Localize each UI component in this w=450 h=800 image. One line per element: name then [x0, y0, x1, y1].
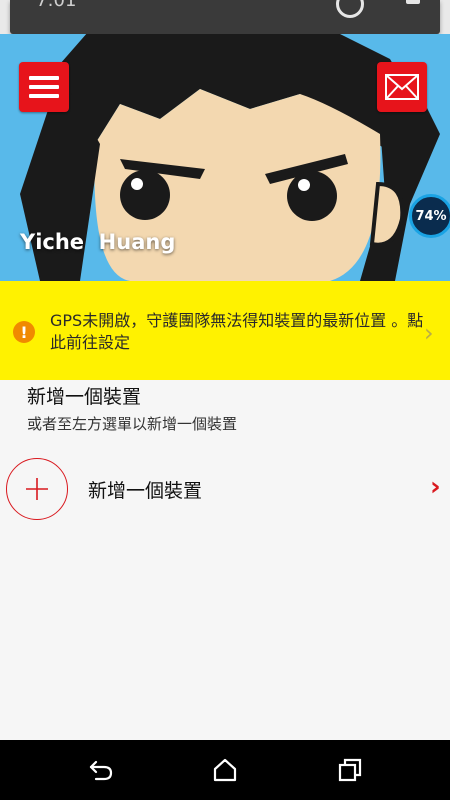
back-icon[interactable]: [88, 758, 114, 782]
chevron-right-icon: ›: [424, 319, 434, 347]
status-circle-icon: [336, 0, 364, 18]
mail-button[interactable]: [377, 62, 427, 112]
hamburger-menu-icon: [29, 76, 59, 98]
status-settings-icon: [406, 0, 420, 4]
battery-level-badge: 74%: [409, 194, 450, 238]
user-name: Yiche Huang: [20, 230, 176, 254]
home-icon[interactable]: [212, 758, 238, 782]
gps-warning-banner[interactable]: ! GPS未開啟，守護團隊無法得知裝置的最新位置 。點此前往設定 ›: [0, 281, 450, 380]
section-subtitle: 或者至左方選單以新增一個裝置: [27, 415, 238, 433]
chevron-right-icon: ›: [430, 472, 441, 502]
recent-apps-icon[interactable]: [337, 758, 363, 782]
section-title: 新增一個裝置: [27, 386, 142, 408]
navigation-bar: [0, 740, 450, 800]
add-device-row[interactable]: 新增一個裝置 ›: [0, 458, 450, 522]
notification-shade[interactable]: 7:01: [10, 0, 440, 34]
envelope-icon: [385, 74, 419, 100]
profile-header: Yiche Huang 74%: [0, 34, 450, 281]
status-bar: 7:01: [0, 0, 450, 34]
gps-warning-message: GPS未開啟，守護團隊無法得知裝置的最新位置 。點此前往設定: [50, 311, 424, 352]
add-device-circle[interactable]: [6, 458, 68, 520]
add-device-label: 新增一個裝置: [88, 480, 203, 502]
device-section: 新增一個裝置 或者至左方選單以新增一個裝置 新增一個裝置 ›: [0, 380, 450, 740]
status-time: 7:01: [36, 0, 77, 11]
menu-button[interactable]: [19, 62, 69, 112]
plus-icon: [26, 478, 48, 500]
warning-icon: !: [13, 321, 35, 343]
